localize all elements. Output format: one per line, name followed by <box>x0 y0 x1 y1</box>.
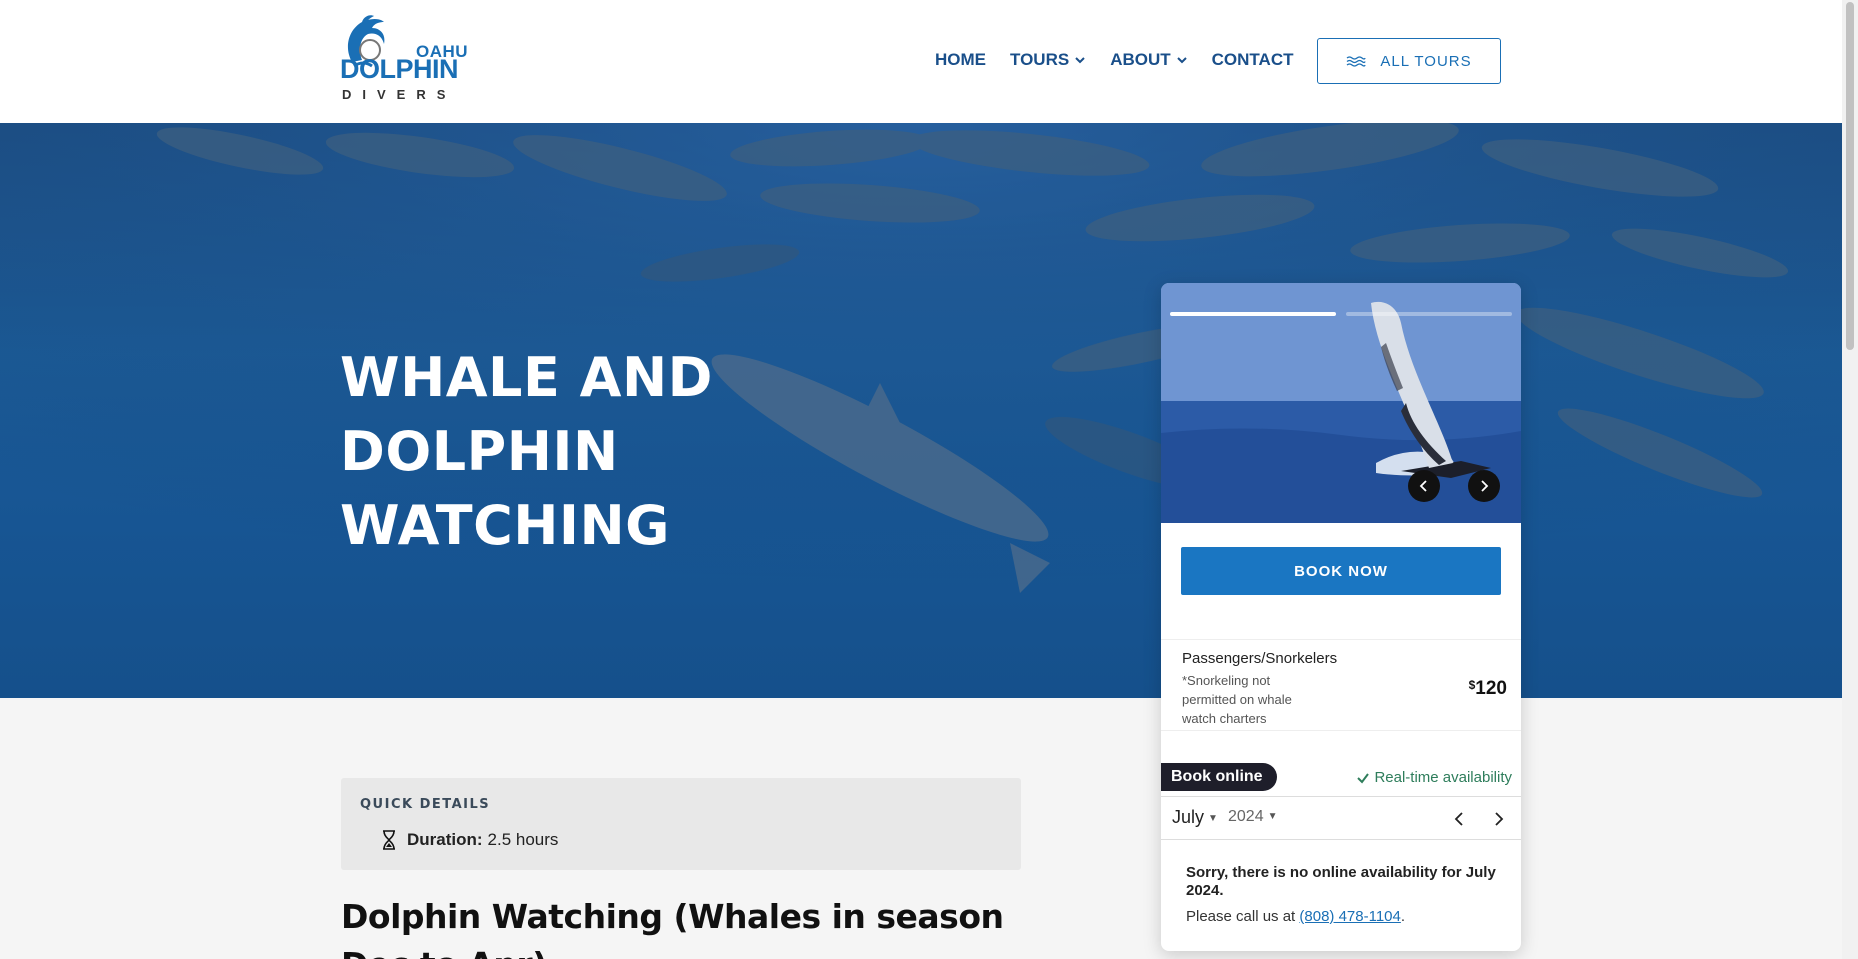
chevron-down-icon <box>1176 57 1187 64</box>
realtime-label: Real-time availability <box>1374 769 1512 786</box>
nav-contact[interactable]: CONTACT <box>1212 50 1294 70</box>
site-header: OAHU DOLPHIN DIVERS HOME TOURS ABOUT CON… <box>0 0 1842 123</box>
all-tours-button[interactable]: ALL TOURS <box>1317 38 1501 84</box>
calendar-nav: July ▼ 2024 ▼ <box>1161 796 1521 840</box>
quick-details-title: QUICK DETAILS <box>360 797 491 812</box>
duration-row: Duration: 2.5 hours <box>381 830 558 850</box>
slide-prev-button[interactable] <box>1408 470 1440 502</box>
tour-image-slider[interactable] <box>1161 283 1521 523</box>
hourglass-icon <box>383 830 395 850</box>
nav-tours-label: TOURS <box>1010 50 1070 69</box>
booking-card: BOOK NOW Passengers/Snorkelers *Snorkeli… <box>1161 283 1521 951</box>
page-scrollbar[interactable] <box>1842 0 1858 959</box>
quick-details-box: QUICK DETAILS Duration: 2.5 hours <box>341 778 1021 870</box>
caret-down-icon: ▼ <box>1208 813 1218 824</box>
calendar-next-button[interactable] <box>1489 809 1509 829</box>
chevron-right-icon <box>1481 480 1489 492</box>
month-select[interactable]: July ▼ <box>1172 807 1218 828</box>
waves-icon <box>1346 56 1366 67</box>
all-tours-label: ALL TOURS <box>1380 52 1472 70</box>
tour-heading: Dolphin Watching (Whales in season Dec t… <box>341 897 1004 959</box>
nav-home[interactable]: HOME <box>935 50 986 70</box>
check-icon <box>1357 772 1370 784</box>
call-suffix: . <box>1400 908 1406 925</box>
nav-about[interactable]: ABOUT <box>1110 50 1187 70</box>
year-value: 2024 <box>1228 808 1264 825</box>
hero-title: WHALE AND DOLPHIN WATCHING <box>340 346 713 557</box>
price-amount: 120 <box>1475 678 1507 699</box>
price-row: Passengers/Snorkelers *Snorkeling not pe… <box>1161 639 1521 731</box>
hero-banner: WHALE AND DOLPHIN WATCHING <box>0 123 1842 698</box>
realtime-availability: Real-time availability <box>1356 769 1512 786</box>
price-label: Passengers/Snorkelers <box>1182 650 1338 667</box>
call-prefix: Please call us at <box>1186 908 1300 925</box>
book-online-badge: Book online <box>1161 763 1277 791</box>
book-now-label: BOOK NOW <box>1294 562 1388 580</box>
nav-home-label: HOME <box>935 50 986 69</box>
logo-divers-text: DIVERS <box>342 87 457 102</box>
duration-label: Duration: <box>407 830 483 849</box>
book-online-label: Book online <box>1171 768 1263 785</box>
caret-down-icon: ▼ <box>1267 811 1278 822</box>
site-logo[interactable]: OAHU DOLPHIN DIVERS <box>340 12 468 104</box>
no-availability-message: Sorry, there is no online availability f… <box>1186 864 1496 899</box>
slide-progress-inactive <box>1346 312 1512 316</box>
slide-progress-active <box>1170 312 1336 316</box>
scrollbar-thumb[interactable] <box>1846 2 1854 350</box>
book-now-button[interactable]: BOOK NOW <box>1181 547 1501 595</box>
logo-dolphin-text: DOLPHIN <box>340 54 459 84</box>
nav-tours[interactable]: TOURS <box>1010 50 1086 70</box>
year-select[interactable]: 2024 ▼ <box>1228 808 1278 826</box>
chevron-left-icon <box>1419 480 1427 492</box>
price-note: *Snorkeling not permitted on whale watch… <box>1182 673 1292 726</box>
chevron-down-icon <box>1075 57 1085 64</box>
nav-contact-label: CONTACT <box>1211 50 1294 69</box>
phone-link[interactable]: (808) 478-1104 <box>1299 908 1400 925</box>
slide-next-button[interactable] <box>1468 470 1500 502</box>
price-value: $120 <box>1469 678 1507 700</box>
calendar-prev-button[interactable] <box>1449 809 1469 829</box>
nav-about-label: ABOUT <box>1110 50 1171 69</box>
month-value: July <box>1172 807 1205 827</box>
main-nav: HOME TOURS ABOUT CONTACT <box>935 50 1318 70</box>
whale-breach-image <box>1161 283 1521 523</box>
call-us-text: Please call us at (808) 478-1104. <box>1186 908 1405 925</box>
duration-value: 2.5 hours <box>487 830 559 849</box>
